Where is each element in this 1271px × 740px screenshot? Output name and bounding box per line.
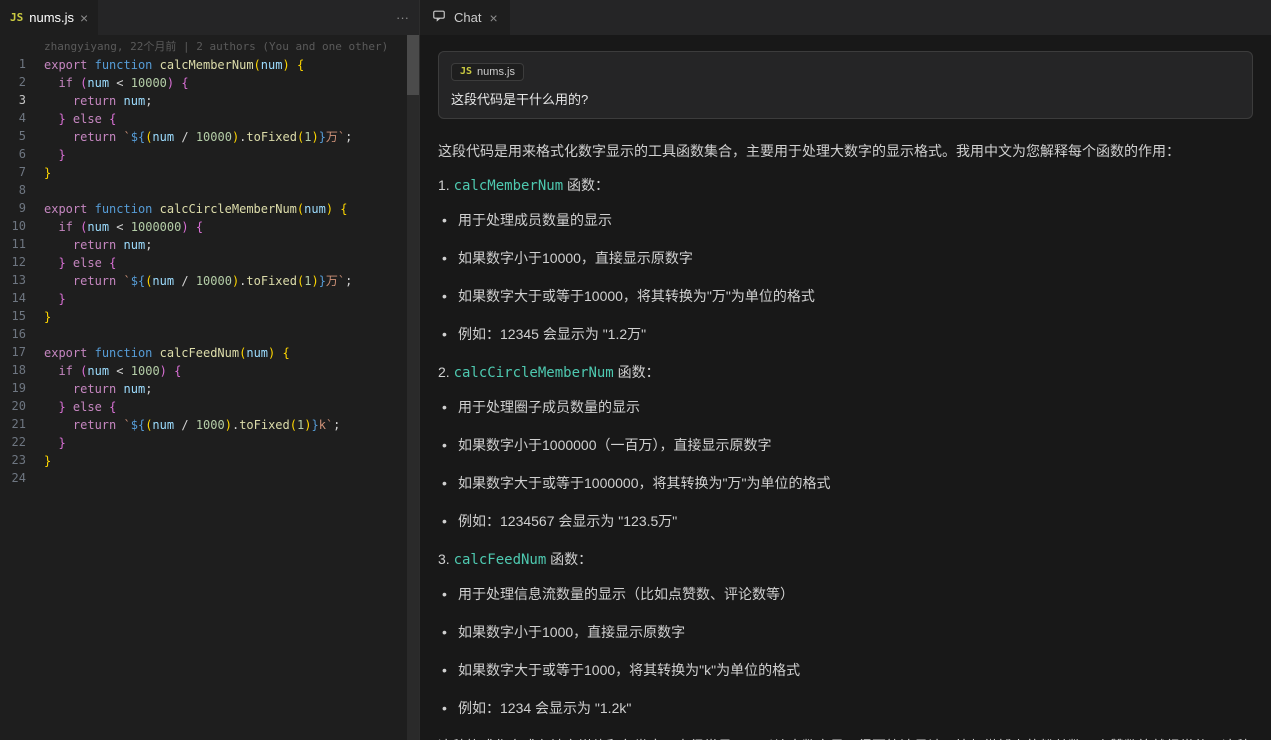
chat-panel: Chat × JS nums.js 这段代码是干什么用的? 这段代码是用来格式化… (420, 0, 1271, 740)
js-file-icon: JS (460, 66, 472, 77)
bullet-list: 用于处理圈子成员数量的显示如果数字小于1000000（一百万），直接显示原数字如… (438, 395, 1253, 533)
function-heading: 1. calcMemberNum 函数： (438, 173, 1253, 198)
chat-tab-label: Chat (454, 10, 481, 25)
line-number[interactable]: 14 (0, 289, 26, 307)
line-number[interactable]: 15 (0, 307, 26, 325)
editor-tab-actions: ··· (386, 10, 419, 25)
line-number[interactable]: 2 (0, 73, 26, 91)
editor-panel: JS nums.js × ··· 12345678910111213141516… (0, 0, 420, 740)
line-number[interactable]: 12 (0, 253, 26, 271)
line-number[interactable]: 11 (0, 235, 26, 253)
list-item: 如果数字小于10000，直接显示原数字 (438, 246, 1253, 270)
minimap[interactable] (407, 35, 419, 740)
list-item: 如果数字小于1000，直接显示原数字 (438, 620, 1253, 644)
line-number[interactable]: 18 (0, 361, 26, 379)
code-content[interactable]: zhangyiyang, 22个月前 | 2 authors (You and … (44, 37, 419, 740)
line-number[interactable]: 22 (0, 433, 26, 451)
line-number[interactable]: 1 (0, 55, 26, 73)
chat-body: JS nums.js 这段代码是干什么用的? 这段代码是用来格式化数字显示的工具… (420, 35, 1271, 740)
line-number[interactable]: 19 (0, 379, 26, 397)
bullet-list: 用于处理成员数量的显示如果数字小于10000，直接显示原数字如果数字大于或等于1… (438, 208, 1253, 346)
chat-tab[interactable]: Chat × (420, 0, 510, 35)
line-number[interactable]: 4 (0, 109, 26, 127)
line-number[interactable]: 9 (0, 199, 26, 217)
response-intro: 这段代码是用来格式化数字显示的工具函数集合，主要用于处理大数字的显示格式。我用中… (438, 139, 1253, 163)
line-number[interactable]: 7 (0, 163, 26, 181)
list-item: 如果数字大于或等于1000，将其转换为"k"为单位的格式 (438, 658, 1253, 682)
chat-icon (432, 9, 446, 26)
line-number[interactable]: 24 (0, 469, 26, 487)
line-number[interactable]: 13 (0, 271, 26, 289)
file-chip-name: nums.js (477, 66, 515, 78)
user-query-text: 这段代码是干什么用的? (451, 89, 1240, 108)
list-item: 例如：1234 会显示为 "1.2k" (438, 696, 1253, 720)
line-number[interactable]: 3 (0, 91, 26, 109)
function-name: calcCircleMemberNum (454, 365, 614, 381)
git-blame-annotation: zhangyiyang, 22个月前 | 2 authors (You and … (44, 40, 388, 53)
js-file-icon: JS (10, 11, 23, 24)
list-item: 例如：1234567 会显示为 "123.5万" (438, 509, 1253, 533)
list-item: 例如：12345 会显示为 "1.2万" (438, 322, 1253, 346)
line-number[interactable]: 23 (0, 451, 26, 469)
list-item: 如果数字小于1000000（一百万），直接显示原数字 (438, 433, 1253, 457)
list-item: 如果数字大于或等于1000000，将其转换为"万"为单位的格式 (438, 471, 1253, 495)
line-number[interactable]: 16 (0, 325, 26, 343)
close-icon[interactable]: × (489, 10, 497, 26)
more-actions-icon[interactable]: ··· (396, 10, 409, 25)
line-number[interactable]: 6 (0, 145, 26, 163)
assistant-response: 这段代码是用来格式化数字显示的工具函数集合，主要用于处理大数字的显示格式。我用中… (438, 139, 1253, 740)
line-number[interactable]: 20 (0, 397, 26, 415)
line-number[interactable]: 10 (0, 217, 26, 235)
function-name: calcMemberNum (454, 178, 564, 194)
editor-tab-filename: nums.js (29, 10, 74, 25)
chat-tabs-bar: Chat × (420, 0, 1271, 35)
file-context-chip[interactable]: JS nums.js (451, 63, 524, 81)
list-item: 用于处理信息流数量的显示（比如点赞数、评论数等） (438, 582, 1253, 606)
user-query-box: JS nums.js 这段代码是干什么用的? (438, 51, 1253, 119)
function-name: calcFeedNum (454, 552, 547, 568)
function-heading: 3. calcFeedNum 函数： (438, 547, 1253, 572)
close-icon[interactable]: × (80, 10, 88, 26)
function-heading: 2. calcCircleMemberNum 函数： (438, 360, 1253, 385)
editor-tab-nums[interactable]: JS nums.js × (0, 0, 98, 35)
code-editor[interactable]: 123456789101112131415161718192021222324 … (0, 35, 419, 740)
list-item: 用于处理成员数量的显示 (438, 208, 1253, 232)
minimap-thumb[interactable] (407, 35, 419, 95)
response-outro: 这种格式化方式在社交媒体和各类应用中很常见，可以让大数字显示得更简洁易读。比如微… (438, 734, 1253, 740)
list-item: 如果数字大于或等于10000，将其转换为"万"为单位的格式 (438, 284, 1253, 308)
editor-tabs-bar: JS nums.js × ··· (0, 0, 419, 35)
line-number[interactable]: 17 (0, 343, 26, 361)
line-number[interactable]: 5 (0, 127, 26, 145)
list-item: 用于处理圈子成员数量的显示 (438, 395, 1253, 419)
bullet-list: 用于处理信息流数量的显示（比如点赞数、评论数等） 如果数字小于1000，直接显示原… (438, 582, 1253, 720)
line-gutter: 123456789101112131415161718192021222324 (0, 37, 44, 740)
line-number[interactable]: 8 (0, 181, 26, 199)
line-number[interactable]: 21 (0, 415, 26, 433)
